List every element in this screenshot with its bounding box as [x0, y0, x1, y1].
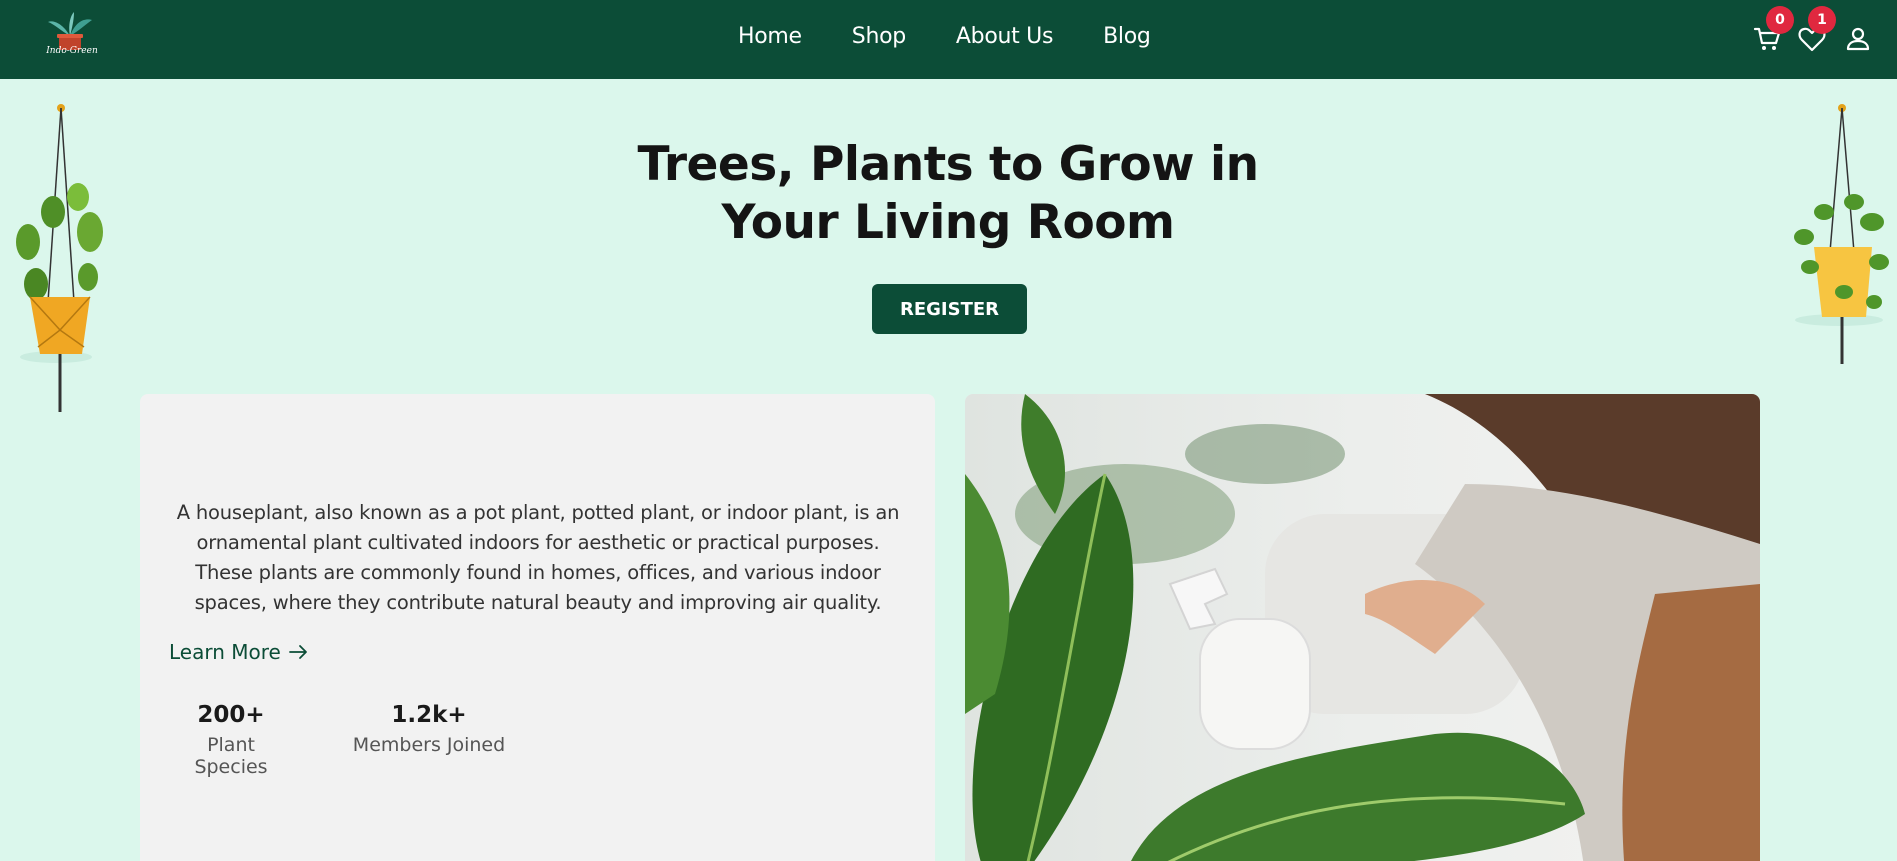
- logo-text: Indo-Green: [46, 46, 98, 56]
- nav-shop[interactable]: Shop: [852, 24, 906, 49]
- user-icon[interactable]: [1843, 24, 1873, 54]
- stat-members-joined: 1.2k+ Members Joined: [352, 702, 506, 756]
- hero-title-line1: Trees, Plants to Grow in: [637, 137, 1259, 192]
- learn-more-link[interactable]: Learn More: [169, 640, 309, 664]
- woman-spraying-plant-image: [965, 394, 1760, 861]
- cart-count-badge: 0: [1766, 6, 1794, 34]
- navbar: Indo-Green Home Shop About Us Blog 0 1: [0, 0, 1897, 79]
- houseplant-description: A houseplant, also known as a pot plant,…: [176, 501, 900, 614]
- arrow-right-icon: [288, 645, 307, 659]
- hero-title-line2: Your Living Room: [721, 195, 1175, 250]
- nav-about-us[interactable]: About Us: [956, 24, 1054, 49]
- plant-care-photo: [965, 394, 1760, 861]
- stat-plant-species: 200+ Plant Species: [169, 702, 293, 778]
- stat-label: Members Joined: [352, 734, 506, 756]
- wishlist-count-badge: 1: [1808, 6, 1836, 34]
- hanging-plant-left-illustration: [16, 104, 103, 412]
- hero-title: Trees, Plants to Grow in Your Living Roo…: [598, 136, 1298, 252]
- learn-more-label: Learn More: [169, 640, 281, 664]
- stat-label: Plant Species: [194, 734, 268, 778]
- stat-value: 200+: [197, 702, 265, 728]
- plant-logo-icon[interactable]: [40, 8, 100, 68]
- nav-home[interactable]: Home: [738, 24, 802, 49]
- register-button[interactable]: REGISTER: [872, 284, 1027, 334]
- nav-blog[interactable]: Blog: [1103, 24, 1151, 49]
- main-nav: Home Shop About Us Blog: [738, 24, 1151, 49]
- info-card: A houseplant, also known as a pot plant,…: [140, 394, 935, 861]
- stat-value: 1.2k+: [391, 702, 467, 728]
- hanging-plant-right-illustration: [1794, 104, 1889, 364]
